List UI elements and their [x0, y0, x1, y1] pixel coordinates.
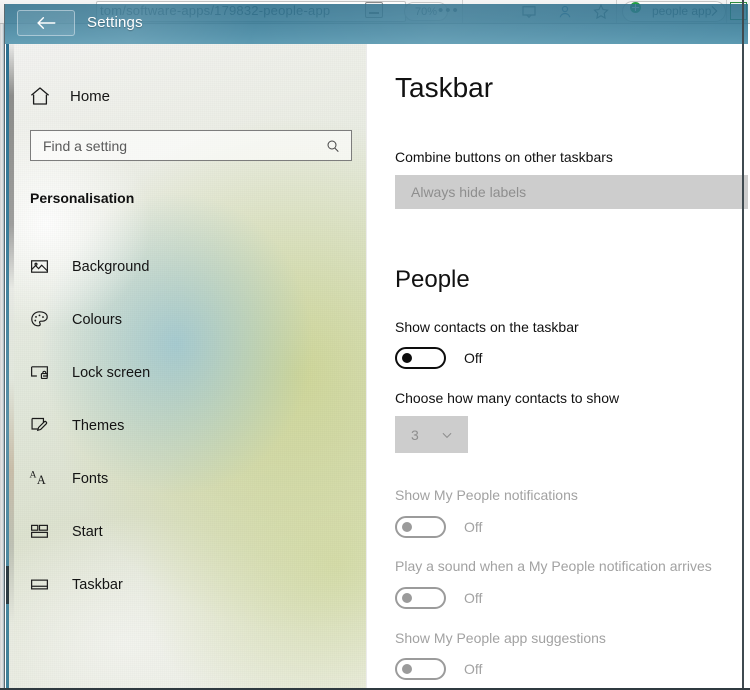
- settings-titlebar: Settings: [5, 4, 748, 44]
- sidebar-item-home-label: Home: [70, 87, 111, 105]
- suggestions-toggle-row: Off: [395, 658, 482, 680]
- sidebar-content: Home Find a setting Personalisation Back…: [6, 44, 366, 688]
- people-section-title: People: [395, 266, 470, 293]
- window-left-shadow: [0, 24, 4, 690]
- search-placeholder: Find a setting: [43, 137, 128, 154]
- combine-buttons-dropdown[interactable]: Always hide labels: [395, 175, 748, 209]
- combine-buttons-label: Combine buttons on other taskbars: [395, 149, 613, 165]
- show-contacts-state: Off: [464, 350, 483, 366]
- settings-window: Settings Home Find a setting Personalisa…: [4, 4, 748, 690]
- taskbar-icon: [28, 574, 50, 596]
- start-tiles-icon: [28, 521, 50, 543]
- sidebar-item-taskbar[interactable]: Taskbar: [6, 558, 366, 611]
- sidebar-item-themes[interactable]: Themes: [6, 399, 366, 452]
- sound-label: Play a sound when a My People notificati…: [395, 558, 712, 574]
- suggestions-toggle[interactable]: [395, 658, 446, 680]
- lock-screen-icon: [28, 362, 50, 384]
- combine-buttons-value: Always hide labels: [411, 184, 527, 200]
- search-input[interactable]: Find a setting: [30, 130, 352, 161]
- sidebar-item-label: Lock screen: [72, 364, 151, 381]
- sidebar-group-title: Personalisation: [30, 190, 135, 206]
- suggestions-state: Off: [464, 661, 483, 677]
- sidebar-item-colours[interactable]: Colours: [6, 293, 366, 346]
- page-title: Taskbar: [395, 72, 494, 103]
- sidebar-item-label: Background: [72, 258, 150, 275]
- sidebar-item-fonts[interactable]: A A Fonts: [6, 452, 366, 505]
- show-contacts-toggle-row: Off: [395, 347, 482, 369]
- back-button[interactable]: [17, 10, 75, 36]
- sidebar-item-lock-screen[interactable]: Lock screen: [6, 346, 366, 399]
- settings-sidebar: Home Find a setting Personalisation Back…: [6, 44, 366, 688]
- sound-state: Off: [464, 590, 483, 606]
- notifications-state: Off: [464, 519, 483, 535]
- notifications-toggle-row: Off: [395, 516, 482, 538]
- sound-toggle[interactable]: [395, 587, 446, 609]
- sidebar-item-start[interactable]: Start: [6, 505, 366, 558]
- sidebar-item-label: Colours: [72, 311, 122, 328]
- contacts-count-value: 3: [411, 426, 419, 443]
- sidebar-item-label: Taskbar: [72, 576, 123, 593]
- screen: tom/software-apps/179832-people-app 70% …: [0, 0, 750, 690]
- sidebar-item-label: Fonts: [72, 470, 109, 487]
- home-icon: [28, 84, 52, 108]
- sidebar-item-label: Themes: [72, 417, 125, 434]
- show-contacts-label: Show contacts on the taskbar: [395, 319, 579, 335]
- chevron-down-icon: [440, 428, 454, 442]
- sidebar-item-label: Start: [72, 523, 103, 540]
- palette-icon: [28, 309, 50, 331]
- settings-main-pane: Taskbar Combine buttons on other taskbar…: [366, 44, 748, 688]
- window-right-border: [742, 0, 744, 690]
- toggle-knob: [402, 522, 412, 532]
- brush-icon: [28, 415, 50, 437]
- back-arrow-icon: [35, 16, 57, 30]
- svg-text:A: A: [29, 470, 36, 481]
- sidebar-item-home[interactable]: Home: [22, 78, 342, 114]
- show-contacts-toggle[interactable]: [395, 347, 446, 369]
- sidebar-item-background[interactable]: Background: [6, 240, 366, 293]
- toggle-knob: [402, 593, 412, 603]
- search-icon[interactable]: [325, 138, 341, 154]
- notifications-label: Show My People notifications: [395, 487, 578, 503]
- suggestions-label: Show My People app suggestions: [395, 630, 606, 646]
- toggle-knob: [402, 353, 412, 363]
- contacts-count-label: Choose how many contacts to show: [395, 390, 620, 406]
- sound-toggle-row: Off: [395, 587, 482, 609]
- window-title: Settings: [87, 14, 143, 31]
- svg-text:A: A: [36, 473, 45, 487]
- contacts-count-dropdown[interactable]: 3: [395, 416, 468, 453]
- fonts-icon: A A: [28, 468, 50, 490]
- sidebar-nav-list: Background Colours Lock screen Themes A …: [6, 240, 366, 611]
- notifications-toggle[interactable]: [395, 516, 446, 538]
- picture-icon: [28, 256, 50, 278]
- toggle-knob: [402, 664, 412, 674]
- settings-main-inner: Taskbar Combine buttons on other taskbar…: [367, 44, 748, 688]
